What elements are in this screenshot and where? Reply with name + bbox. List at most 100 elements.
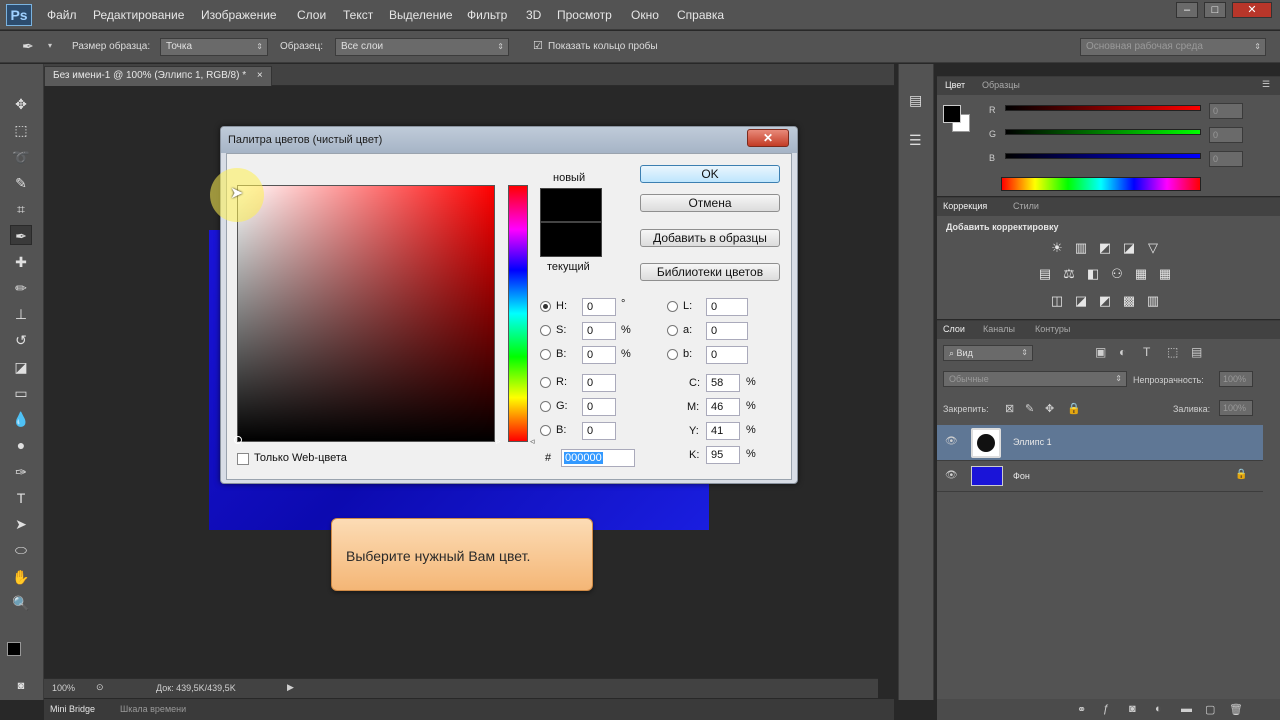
quick-selection-tool-icon[interactable]: ✎ bbox=[10, 173, 32, 193]
radio-b[interactable] bbox=[540, 349, 551, 360]
channel-r-value[interactable]: 0 bbox=[1209, 103, 1243, 119]
eyedropper-icon[interactable]: ✒ bbox=[22, 38, 34, 55]
menu-file[interactable]: Файл bbox=[47, 8, 77, 22]
layer-name[interactable]: Эллипс 1 bbox=[1013, 437, 1052, 447]
hue-slider-handle-left[interactable]: ▹ bbox=[496, 436, 501, 447]
foreground-color-swatch[interactable] bbox=[943, 105, 961, 123]
tab-channels[interactable]: Каналы bbox=[983, 324, 1015, 334]
radio-l[interactable] bbox=[667, 301, 678, 312]
black-white-icon[interactable]: ◧ bbox=[1085, 266, 1101, 282]
blue-input[interactable]: 0 bbox=[582, 422, 616, 440]
menu-edit[interactable]: Редактирование bbox=[93, 8, 184, 22]
color-balance-icon[interactable]: ⚖ bbox=[1061, 266, 1077, 282]
s-input[interactable]: 0 bbox=[582, 322, 616, 340]
document-tab[interactable]: Без имени-1 @ 100% (Эллипс 1, RGB/8) * × bbox=[44, 66, 272, 86]
m-input[interactable]: 46 bbox=[706, 398, 740, 416]
add-mask-icon[interactable]: ◙ bbox=[1129, 703, 1136, 715]
exposure-icon[interactable]: ◪ bbox=[1121, 240, 1137, 256]
hex-input[interactable]: 000000 bbox=[561, 449, 635, 467]
dialog-close-button[interactable]: ✕ bbox=[747, 129, 789, 147]
filter-type-icon[interactable]: T bbox=[1143, 345, 1150, 359]
move-tool-icon[interactable]: ✥ bbox=[10, 94, 32, 114]
color-lookup-icon[interactable]: ▦ bbox=[1157, 266, 1173, 282]
threshold-icon[interactable]: ◩ bbox=[1097, 293, 1113, 309]
layer-row-ellipse[interactable]: 👁 Эллипс 1 bbox=[937, 425, 1263, 461]
menu-help[interactable]: Справка bbox=[677, 8, 724, 22]
delete-layer-icon[interactable]: 🗑 bbox=[1229, 703, 1243, 716]
vibrance-icon[interactable]: ▽ bbox=[1145, 240, 1161, 256]
invert-icon[interactable]: ◫ bbox=[1049, 293, 1065, 309]
path-selection-tool-icon[interactable]: ➤ bbox=[10, 514, 32, 534]
visibility-eye-icon[interactable]: 👁 bbox=[945, 436, 958, 447]
lock-position-icon[interactable]: ✥ bbox=[1045, 402, 1054, 415]
channel-g-slider[interactable] bbox=[1005, 129, 1201, 135]
tab-timeline[interactable]: Шкала времени bbox=[120, 704, 186, 714]
c-input[interactable]: 58 bbox=[706, 374, 740, 392]
brightness-contrast-icon[interactable]: ☀ bbox=[1049, 240, 1065, 256]
gradient-tool-icon[interactable]: ▭ bbox=[10, 383, 32, 403]
color-libraries-button[interactable]: Библиотеки цветов bbox=[640, 263, 780, 281]
eraser-tool-icon[interactable]: ◪ bbox=[10, 357, 32, 377]
r-input[interactable]: 0 bbox=[582, 374, 616, 392]
type-tool-icon[interactable]: T bbox=[10, 488, 32, 508]
radio-blue[interactable] bbox=[540, 425, 551, 436]
filter-pixel-icon[interactable]: ▣ bbox=[1095, 345, 1106, 359]
lasso-tool-icon[interactable]: ➰ bbox=[10, 147, 32, 167]
blend-mode-select[interactable]: Обычные ⇕ bbox=[943, 371, 1127, 387]
quick-mask-icon[interactable]: ◙ bbox=[10, 676, 32, 696]
crop-tool-icon[interactable]: ⌗ bbox=[10, 199, 32, 219]
selective-color-icon[interactable]: ▩ bbox=[1121, 293, 1137, 309]
menu-window[interactable]: Окно bbox=[631, 8, 659, 22]
l-input[interactable]: 0 bbox=[706, 298, 748, 316]
channel-b-value[interactable]: 0 bbox=[1209, 151, 1243, 167]
radio-lab-b[interactable] bbox=[667, 349, 678, 360]
tab-color[interactable]: Цвет bbox=[945, 80, 965, 90]
channel-b-slider[interactable] bbox=[1005, 153, 1201, 159]
filter-smart-icon[interactable]: ▤ bbox=[1191, 345, 1202, 359]
history-panel-icon[interactable]: ▤ bbox=[909, 92, 922, 109]
zoom-level[interactable]: 100% bbox=[52, 683, 75, 693]
chevron-down-icon[interactable]: ▾ bbox=[48, 41, 52, 50]
layer-filter-select[interactable]: ⌕ Вид ⇕ bbox=[943, 345, 1033, 361]
menu-3d[interactable]: 3D bbox=[526, 8, 541, 22]
a-input[interactable]: 0 bbox=[706, 322, 748, 340]
blur-tool-icon[interactable]: 💧 bbox=[10, 409, 32, 429]
y-input[interactable]: 41 bbox=[706, 422, 740, 440]
photo-filter-icon[interactable]: ⚇ bbox=[1109, 266, 1125, 282]
posterize-icon[interactable]: ◪ bbox=[1073, 293, 1089, 309]
add-to-swatches-button[interactable]: Добавить в образцы bbox=[640, 229, 780, 247]
opacity-value[interactable]: 100% bbox=[1219, 371, 1253, 387]
cancel-button[interactable]: Отмена bbox=[640, 194, 780, 212]
fill-value[interactable]: 100% bbox=[1219, 400, 1253, 416]
radio-s[interactable] bbox=[540, 325, 551, 336]
layer-row-background[interactable]: 👁 Фон 🔒 bbox=[937, 462, 1263, 492]
radio-h[interactable] bbox=[540, 301, 551, 312]
hue-saturation-icon[interactable]: ▤ bbox=[1037, 266, 1053, 282]
lock-transparency-icon[interactable]: ⊠ bbox=[1005, 402, 1014, 415]
panel-menu-icon[interactable]: ☰ bbox=[1262, 79, 1270, 90]
brush-tool-icon[interactable]: ✏ bbox=[10, 278, 32, 298]
menu-layers[interactable]: Слои bbox=[297, 8, 326, 22]
curves-icon[interactable]: ◩ bbox=[1097, 240, 1113, 256]
menu-select[interactable]: Выделение bbox=[389, 8, 453, 22]
visibility-eye-icon[interactable]: 👁 bbox=[945, 470, 958, 481]
marquee-tool-icon[interactable]: ⬚ bbox=[10, 120, 32, 140]
link-layers-icon[interactable]: ⚭ bbox=[1077, 703, 1086, 716]
status-arrow-icon[interactable]: ▶ bbox=[287, 682, 294, 693]
lock-all-icon[interactable]: 🔒 bbox=[1067, 402, 1081, 415]
current-color-swatch[interactable] bbox=[540, 222, 602, 257]
zoom-tool-icon[interactable]: 🔍 bbox=[10, 593, 32, 613]
radio-r[interactable] bbox=[540, 377, 551, 388]
menu-image[interactable]: Изображение bbox=[201, 8, 277, 22]
radio-a[interactable] bbox=[667, 325, 678, 336]
sample-size-select[interactable]: Точка ⇕ bbox=[160, 38, 268, 56]
minimize-button[interactable]: – bbox=[1176, 2, 1198, 18]
sample-select[interactable]: Все слои ⇕ bbox=[335, 38, 509, 56]
color-field-marker[interactable] bbox=[234, 436, 242, 444]
fx-icon[interactable]: ƒ bbox=[1103, 703, 1109, 715]
menu-view[interactable]: Просмотр bbox=[557, 8, 612, 22]
channel-r-slider[interactable] bbox=[1005, 105, 1201, 111]
tab-layers[interactable]: Слои bbox=[943, 324, 965, 334]
new-group-icon[interactable]: ▬ bbox=[1181, 703, 1192, 715]
filter-adjustment-icon[interactable]: ◐ bbox=[1119, 345, 1126, 359]
